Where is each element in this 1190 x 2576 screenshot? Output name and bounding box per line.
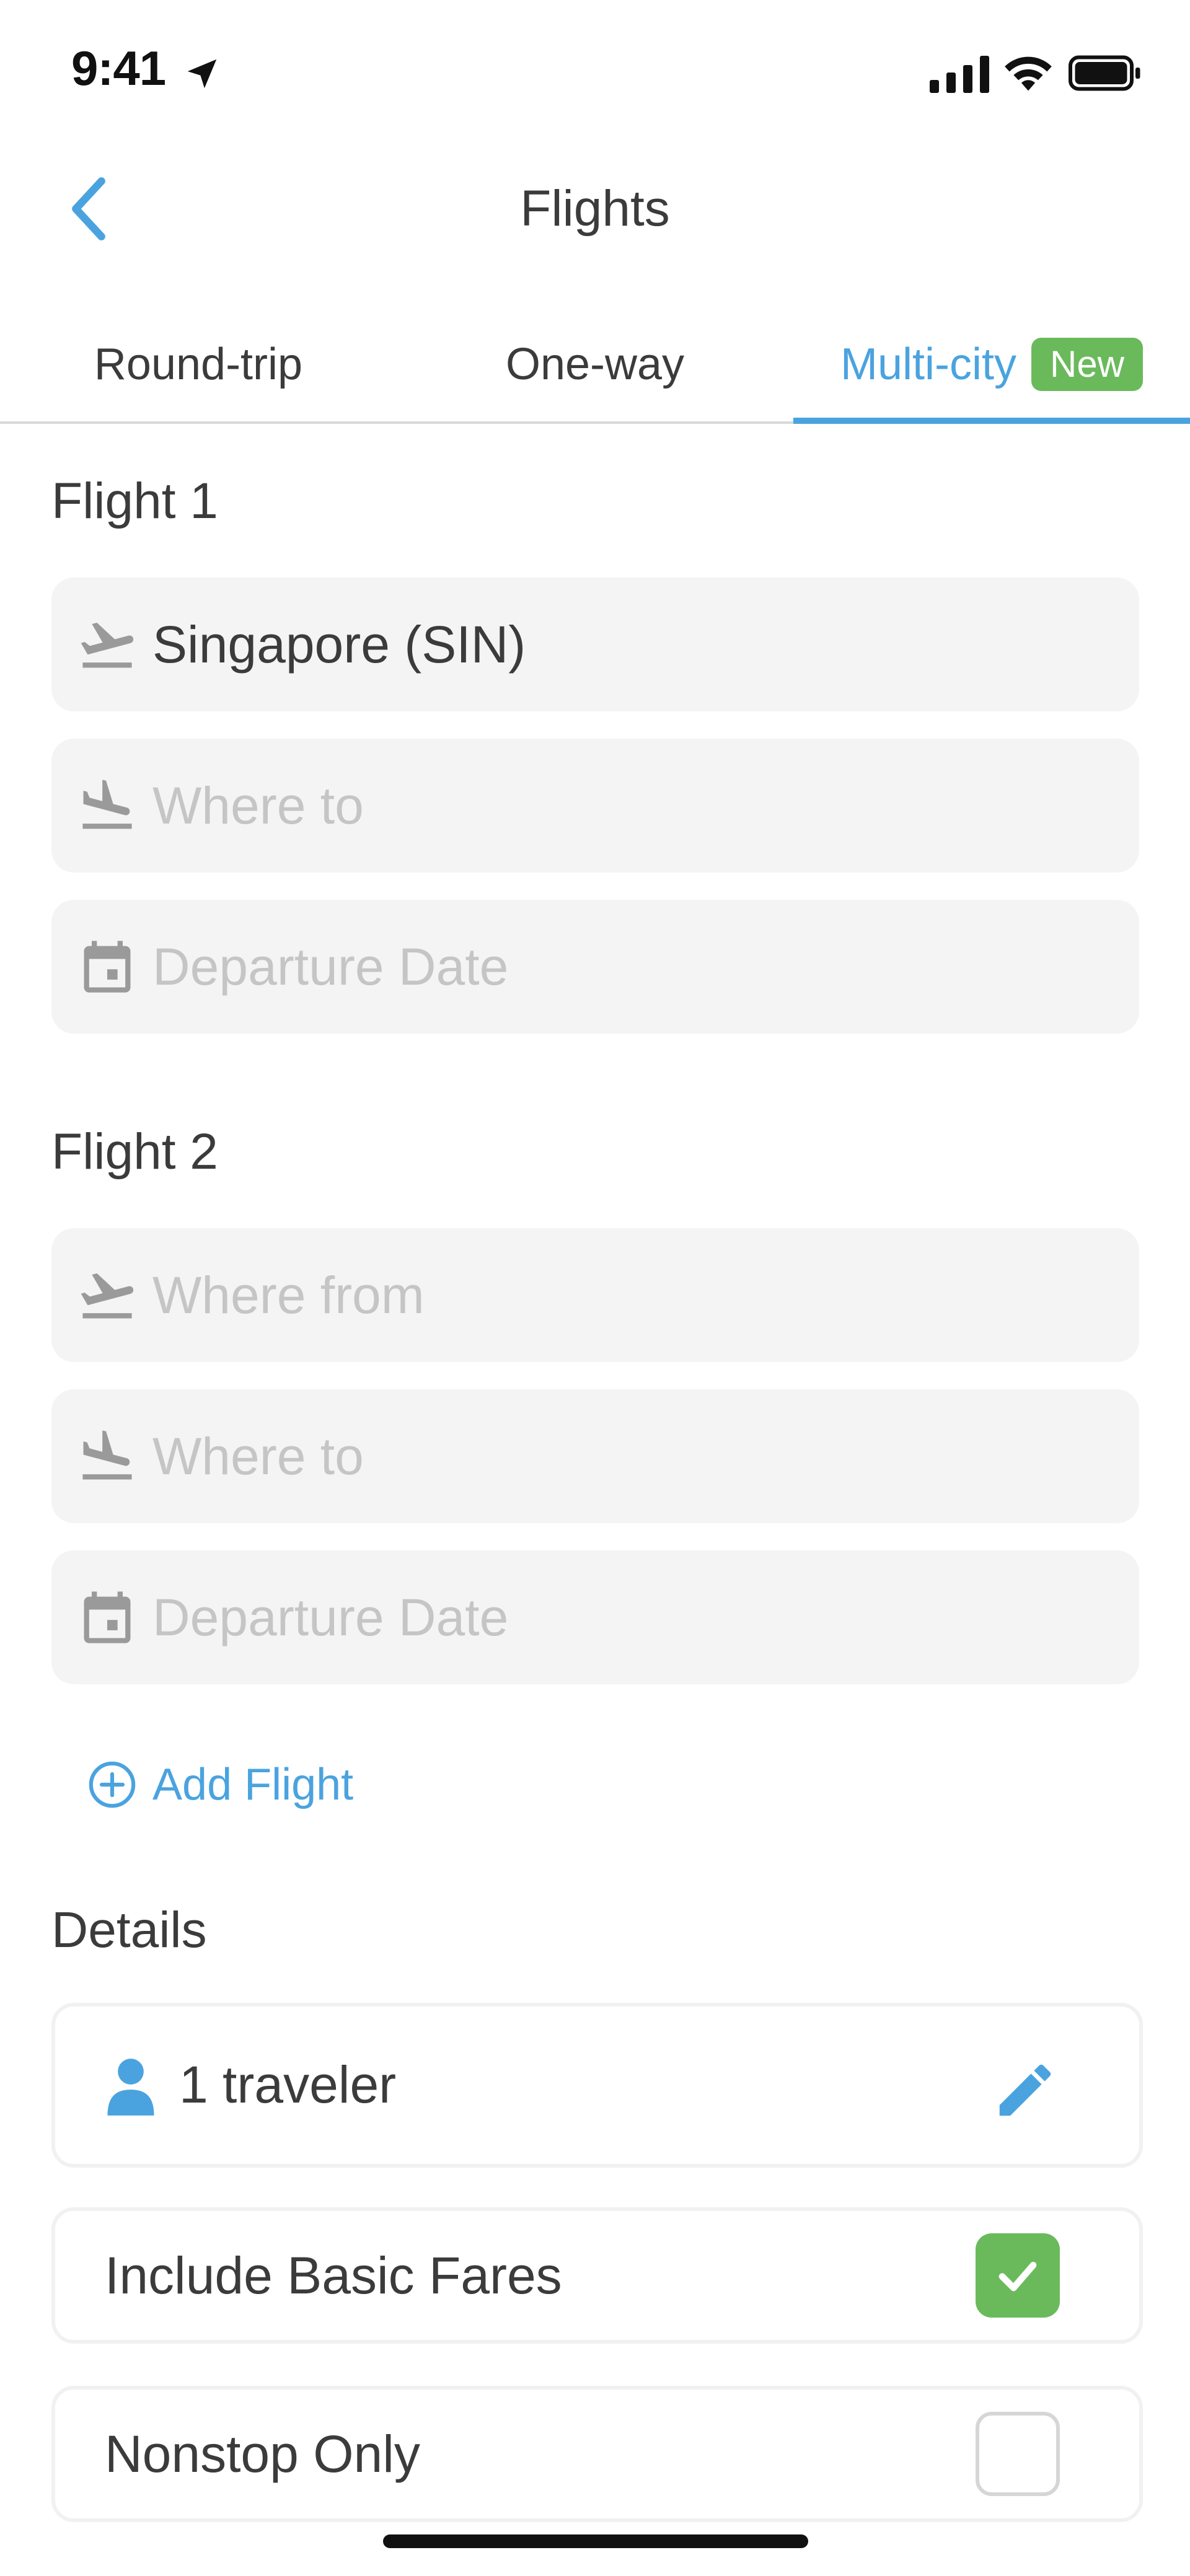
active-tab-indicator: [793, 418, 1190, 424]
calendar-icon: [84, 941, 131, 993]
new-badge: New: [1031, 338, 1144, 391]
include-basic-fares-row[interactable]: Include Basic Fares: [51, 2207, 1143, 2344]
home-indicator: [383, 2534, 808, 2548]
flight-1-to-field[interactable]: Where to: [51, 739, 1139, 873]
checkmark-icon: [998, 2262, 1037, 2292]
details-title: Details: [51, 1902, 207, 1958]
person-icon: [107, 2059, 154, 2116]
calendar-icon: [84, 1591, 131, 1643]
flight-2-title: Flight 2: [51, 1123, 218, 1180]
flight-1-title: Flight 1: [51, 473, 218, 529]
trip-type-tabs: Round-trip One-way Multi-city New: [0, 310, 1190, 424]
status-time: 9:41: [71, 41, 166, 95]
battery-icon: [1069, 55, 1140, 91]
tab-multi-city[interactable]: Multi-city New: [793, 310, 1190, 424]
tab-label: Round-trip: [94, 340, 303, 389]
flight-2-to-field[interactable]: Where to: [51, 1389, 1139, 1523]
nonstop-only-row[interactable]: Nonstop Only: [51, 2386, 1143, 2522]
tab-label: One-way: [505, 340, 685, 389]
flight-2-date-placeholder: Departure Date: [152, 1588, 509, 1646]
pencil-icon[interactable]: [991, 2056, 1059, 2124]
add-flight-label: Add Flight: [152, 1760, 354, 1809]
tab-one-way[interactable]: One-way: [421, 310, 769, 419]
traveler-count: 1 traveler: [179, 2055, 397, 2114]
wifi-icon: [1005, 56, 1052, 91]
flight-2-from-placeholder: Where from: [152, 1265, 425, 1324]
status-bar: 9:41: [0, 0, 1190, 143]
flight-1-date-placeholder: Departure Date: [152, 937, 509, 996]
flight-1-from-value: Singapore (SIN): [152, 615, 526, 674]
flight-2-to-placeholder: Where to: [152, 1426, 364, 1485]
flight-2-date-field[interactable]: Departure Date: [51, 1550, 1139, 1684]
plane-landing-icon: [82, 1430, 132, 1480]
page-title: Flights: [520, 180, 670, 237]
add-flight-button[interactable]: Add Flight: [87, 1754, 353, 1816]
nonstop-only-checkbox[interactable]: [976, 2412, 1060, 2496]
tab-round-trip[interactable]: Round-trip: [25, 310, 372, 419]
location-arrow-icon: [187, 59, 217, 89]
flight-1-to-placeholder: Where to: [152, 776, 364, 835]
nonstop-only-label: Nonstop Only: [105, 2425, 420, 2483]
traveler-card[interactable]: 1 traveler: [51, 2003, 1143, 2168]
tab-label: Multi-city: [840, 340, 1016, 389]
cellular-signal-icon: [930, 56, 989, 93]
plane-landing-icon: [82, 780, 132, 829]
flight-1-from-field[interactable]: Singapore (SIN): [51, 578, 1139, 711]
plus-circle-icon: [89, 1761, 136, 1808]
include-basic-fares-checkbox[interactable]: [976, 2233, 1060, 2318]
plane-takeoff-icon: [81, 622, 134, 668]
include-basic-fares-label: Include Basic Fares: [105, 2246, 562, 2305]
flight-1-date-field[interactable]: Departure Date: [51, 900, 1139, 1034]
flight-2-from-field[interactable]: Where from: [51, 1228, 1139, 1362]
plane-takeoff-icon: [81, 1273, 134, 1319]
